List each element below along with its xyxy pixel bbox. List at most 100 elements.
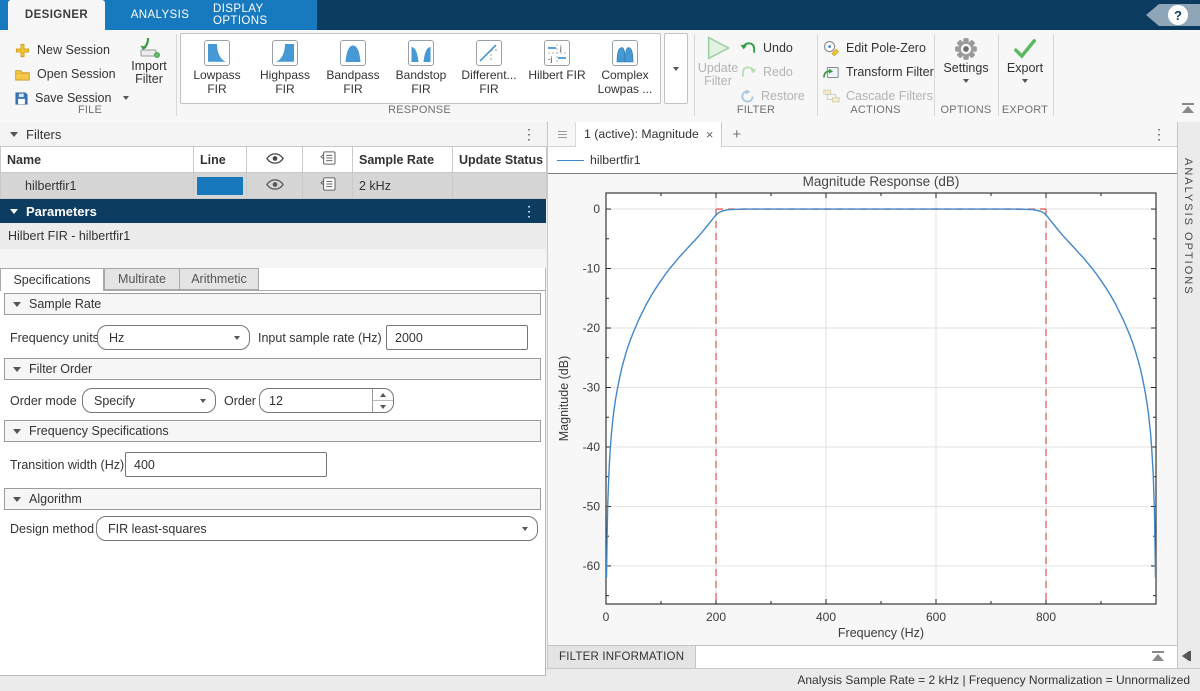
response-differentiator-fir[interactable]: Different... FIR [457, 40, 521, 96]
sample-rate-section-header[interactable]: Sample Rate [4, 293, 541, 315]
input-sample-rate-label: Input sample rate (Hz) [258, 325, 382, 350]
expand-filter-info-button[interactable] [1152, 651, 1164, 661]
filter-order-section-header[interactable]: Filter Order [4, 358, 541, 380]
section-divider [176, 34, 177, 116]
filter-information-tab[interactable]: FILTER INFORMATION [548, 646, 696, 668]
parameters-menu-button[interactable]: ⋮ [522, 204, 536, 218]
tab-multirate[interactable]: Multirate [104, 268, 180, 290]
import-filter-button[interactable]: Import Filter [124, 36, 174, 86]
section-divider [934, 34, 935, 116]
import-filter-icon [137, 36, 161, 60]
tab-designer[interactable]: DESIGNER [8, 0, 105, 30]
response-highpass-fir[interactable]: Highpass FIR [253, 40, 317, 96]
undo-button[interactable]: Undo [740, 38, 793, 58]
chevron-down-icon [200, 399, 206, 403]
collapse-parameters-arrow[interactable] [10, 209, 18, 214]
spinner-down-button[interactable] [373, 401, 393, 412]
add-plot-tab-button[interactable]: + [732, 127, 741, 142]
filters-menu-button[interactable]: ⋮ [522, 127, 536, 141]
svg-text:200: 200 [706, 610, 726, 624]
col-header-sample-rate: Sample Rate [353, 147, 453, 173]
order-spinner[interactable]: 12 [259, 388, 394, 413]
settings-button[interactable]: Settings [938, 36, 994, 83]
restore-icon [740, 89, 755, 104]
filter-sample-rate-cell: 2 kHz [353, 173, 453, 199]
response-complex-lowpass[interactable]: Complex Lowpas ... [593, 40, 657, 96]
collapse-filters-arrow[interactable] [10, 132, 18, 137]
col-header-line: Line [194, 147, 247, 173]
new-session-plus-icon [14, 42, 31, 59]
order-mode-label: Order mode [10, 388, 77, 413]
frequency-specs-section-header[interactable]: Frequency Specifications [4, 420, 541, 442]
plot-menu-button[interactable]: ⋮ [1152, 127, 1166, 141]
algorithm-section-header[interactable]: Algorithm [4, 488, 541, 510]
frequency-units-dropdown[interactable]: Hz [97, 325, 250, 350]
annotation-icon[interactable] [320, 177, 336, 191]
minimize-toolstrip-button[interactable] [1182, 103, 1194, 113]
svg-text:-20: -20 [583, 321, 601, 335]
plot-legend: hilbertfir1 [548, 147, 1178, 174]
transition-width-field[interactable]: 400 [125, 452, 327, 477]
response-bandpass-fir[interactable]: Bandpass FIR [321, 40, 385, 96]
order-mode-dropdown[interactable]: Specify [82, 388, 216, 413]
help-button[interactable]: ? [1146, 4, 1200, 26]
tab-display-options[interactable]: DISPLAY OPTIONS [213, 0, 317, 30]
magnitude-plot-tab[interactable]: 1 (active): Magnitude × [575, 122, 722, 147]
response-gallery-dropdown[interactable] [664, 33, 688, 104]
svg-text:j: j [559, 44, 562, 53]
filter-visibility-cell[interactable] [247, 173, 303, 199]
edit-pole-zero-button[interactable]: Edit Pole-Zero [823, 38, 926, 58]
eye-icon[interactable] [266, 179, 284, 190]
gear-icon [953, 36, 979, 62]
filter-annotation-cell[interactable] [303, 173, 353, 199]
filter-information-bar: FILTER INFORMATION [548, 645, 1178, 668]
tab-specifications[interactable]: Specifications [0, 268, 104, 291]
cascade-filters-button[interactable]: Cascade Filters [823, 86, 933, 106]
magnitude-response-figure: 02004006008000-10-20-30-40-50-60Magnitud… [548, 174, 1178, 645]
svg-text:600: 600 [926, 610, 946, 624]
hilbert-icon: j-j [544, 40, 570, 66]
export-dropdown-arrow [1022, 79, 1028, 83]
close-tab-icon[interactable]: × [706, 128, 714, 141]
transform-filter-button[interactable]: Transform Filter [823, 62, 934, 82]
new-session-button[interactable]: New Session [14, 40, 110, 60]
settings-dropdown-arrow [963, 79, 969, 83]
input-sample-rate-field[interactable]: 2000 [386, 325, 528, 350]
col-header-visibility [247, 147, 303, 173]
tab-analysis[interactable]: ANALYSIS [113, 0, 207, 30]
chevron-down-icon [673, 67, 679, 71]
response-lowpass-fir[interactable]: Lowpass FIR [185, 40, 249, 96]
svg-text:Magnitude Response (dB): Magnitude Response (dB) [803, 174, 960, 189]
spinner-up-button[interactable] [373, 389, 393, 401]
save-session-dropdown-arrow[interactable] [123, 96, 129, 100]
svg-text:-50: -50 [583, 499, 601, 513]
redo-button[interactable]: Redo [740, 62, 793, 82]
filter-name-cell[interactable]: hilbertfir1 [1, 173, 194, 199]
filter-line-cell[interactable] [194, 173, 247, 199]
svg-text:Frequency (Hz): Frequency (Hz) [838, 626, 924, 640]
cascade-filters-icon [823, 89, 840, 103]
response-bandstop-fir[interactable]: Bandstop FIR [389, 40, 453, 96]
update-filter-button[interactable]: Update Filter [694, 34, 742, 88]
restore-button[interactable]: Restore [740, 86, 805, 106]
export-check-icon [1012, 36, 1038, 62]
svg-text:-10: -10 [583, 262, 601, 276]
help-icon[interactable]: ? [1168, 5, 1188, 25]
filter-row-hilbertfir1[interactable]: hilbertfir1 2 kHz [1, 173, 547, 199]
response-hilbert-fir[interactable]: j-j Hilbert FIR [525, 40, 589, 83]
svg-text:800: 800 [1036, 610, 1056, 624]
analysis-options-strip[interactable]: ANALYSIS OPTIONS [1177, 122, 1200, 668]
file-section-label: FILE [20, 104, 160, 118]
section-divider [998, 34, 999, 116]
transform-filter-icon [823, 65, 840, 80]
annotation-icon [320, 151, 336, 165]
svg-text:-30: -30 [583, 380, 601, 394]
open-session-button[interactable]: Open Session [14, 64, 116, 84]
panel-grip-icon[interactable] [558, 131, 567, 138]
ribbon-tabbar: DESIGNER ANALYSIS DISPLAY OPTIONS ? [0, 0, 1200, 30]
design-method-dropdown[interactable]: FIR least-squares [96, 516, 538, 541]
line-color-swatch[interactable] [197, 177, 243, 195]
export-button[interactable]: Export [1000, 36, 1050, 83]
tab-arithmetic[interactable]: Arithmetic [179, 268, 259, 290]
collapse-panel-icon[interactable] [1182, 651, 1191, 661]
